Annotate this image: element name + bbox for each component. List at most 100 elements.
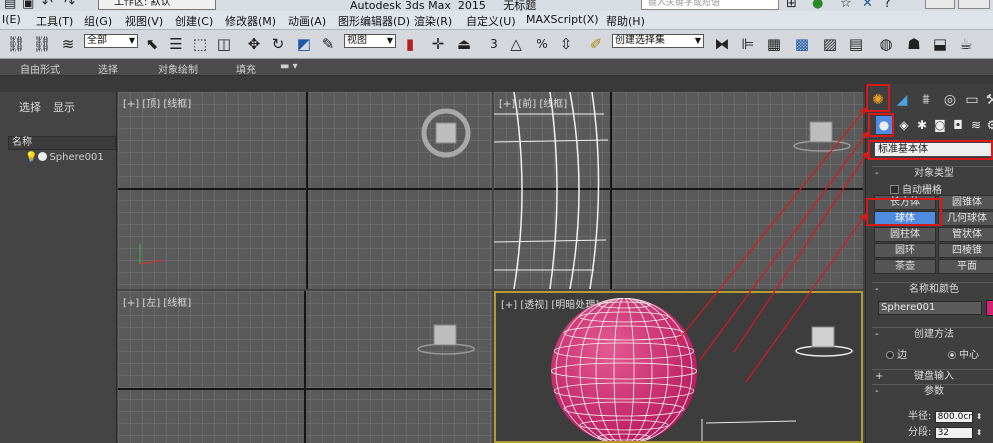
create-tab-icon[interactable]: ✺ <box>868 90 888 110</box>
rollout-object-type[interactable]: - 对象类型 <box>872 166 993 179</box>
object-color-swatch[interactable] <box>986 300 993 316</box>
help-icon[interactable]: ? <box>884 0 891 11</box>
snaps-toggle[interactable]: 3 <box>484 34 504 54</box>
lightbulb-icon[interactable]: 💡 <box>25 152 37 163</box>
sphere-button[interactable]: 球体 <box>874 211 936 226</box>
viewport-label-left[interactable]: [+] [左] [线框] <box>123 294 191 309</box>
maximize-button[interactable] <box>958 0 990 9</box>
selection-region-icon[interactable]: ⬚ <box>190 34 210 54</box>
move-icon[interactable]: ✥ <box>244 34 264 54</box>
viewcube-icon[interactable] <box>792 321 856 361</box>
modify-tab-icon[interactable]: ◢ <box>892 90 912 110</box>
menu-edit[interactable]: I(E) <box>2 13 21 26</box>
viewport-perspective[interactable]: [+] [透视] [明暗处理] <box>494 291 863 443</box>
sphere-object[interactable] <box>496 293 861 441</box>
helpers-icon[interactable]: ◘ <box>950 116 966 134</box>
plane-button[interactable]: 平面 <box>938 259 993 274</box>
display-tab-icon[interactable]: ▭ <box>962 90 982 110</box>
menu-tools[interactable]: 工具(T) <box>36 13 73 29</box>
viewcube-icon[interactable] <box>414 319 478 359</box>
select-by-name-icon[interactable]: ☰ <box>166 34 186 54</box>
object-name-field[interactable]: Sphere001 <box>878 301 982 315</box>
place-icon[interactable]: ✎ <box>318 34 338 54</box>
scale-icon[interactable]: ◩ <box>294 34 314 54</box>
teapot-button[interactable]: 茶壶 <box>874 259 936 274</box>
geometry-icon[interactable]: ● <box>876 116 892 134</box>
geosphere-button[interactable]: 几何球体 <box>938 211 993 226</box>
viewport-front[interactable]: [+] [前] [线框] <box>494 92 863 289</box>
named-selection-sets-dropdown[interactable]: 创建选择集 ▼ <box>612 34 704 48</box>
menu-rendering[interactable]: 渲染(R) <box>414 13 452 29</box>
motion-tab-icon[interactable]: ◎ <box>940 90 960 110</box>
viewport-top[interactable]: [+] [顶] [线框] <box>118 92 492 289</box>
sign-in-icon[interactable]: ● <box>812 0 823 11</box>
menu-help[interactable]: 帮助(H) <box>606 13 645 29</box>
segments-input[interactable] <box>934 427 973 439</box>
viewport-left[interactable]: [+] [左] [线框] <box>118 291 492 443</box>
keyboard-shortcut-icon[interactable]: ⏏ <box>454 34 474 54</box>
method-center-radio[interactable]: 中心 <box>948 346 979 361</box>
favorites-icon[interactable]: ☆ <box>840 0 852 11</box>
selection-filter-dropdown[interactable]: 全部 ▼ <box>84 34 138 48</box>
ribbon-tab-freeform[interactable]: 自由形式 <box>20 61 60 76</box>
cylinder-button[interactable]: 圆柱体 <box>874 227 936 242</box>
explorer-tab-select[interactable]: 选择 <box>19 99 41 115</box>
pivot-center-icon[interactable]: ▮ <box>400 34 420 54</box>
menu-views[interactable]: 视图(V) <box>125 13 163 29</box>
menu-graph-editors[interactable]: 图形编辑器(D) <box>338 13 410 29</box>
select-object-icon[interactable]: ⬉ <box>142 34 162 54</box>
schematic-view-icon[interactable]: ▤ <box>846 34 866 54</box>
material-editor-icon[interactable]: ◍ <box>876 34 896 54</box>
cone-button[interactable]: 圆锥体 <box>938 195 993 210</box>
open-icon[interactable]: ▤ <box>4 0 16 11</box>
menu-create[interactable]: 创建(C) <box>175 13 213 29</box>
radius-input[interactable] <box>934 411 973 423</box>
align-icon[interactable]: ⊫ <box>738 34 758 54</box>
viewcube-icon[interactable] <box>790 116 854 156</box>
hierarchy-tab-icon[interactable]: ⩩ <box>916 90 936 110</box>
lights-icon[interactable]: ✱ <box>914 116 930 134</box>
undo-icon[interactable]: ↶ <box>42 0 53 11</box>
pyramid-button[interactable]: 四棱锥 <box>938 243 993 258</box>
primitive-category-dropdown[interactable]: 标准基本体 <box>874 142 993 157</box>
list-item[interactable]: 💡 Sphere001 <box>25 152 104 166</box>
render-setup-icon[interactable]: ☗ <box>904 34 924 54</box>
spinner-snap-icon[interactable]: ⇳ <box>556 34 576 54</box>
method-edge-radio[interactable]: 边 <box>886 346 907 361</box>
rendered-frame-icon[interactable]: ⬓ <box>930 34 950 54</box>
viewport-label-top[interactable]: [+] [顶] [线框] <box>123 95 191 110</box>
ribbon-tab-object-paint[interactable]: 对象绘制 <box>158 61 198 76</box>
percent-snap-toggle[interactable]: % <box>532 34 552 54</box>
auto-grid-checkbox[interactable]: 自动栅格 <box>890 181 942 196</box>
unlink-icon[interactable]: ⛓ <box>32 34 52 54</box>
spinner-icon[interactable]: ⬍ <box>976 428 983 437</box>
ribbon-tab-populate[interactable]: 填充 <box>236 61 256 76</box>
minimize-button[interactable] <box>925 0 955 9</box>
menu-animation[interactable]: 动画(A) <box>288 13 326 29</box>
window-crossing-icon[interactable]: ◫ <box>214 34 234 54</box>
systems-icon[interactable]: ⚙ <box>984 116 993 134</box>
torus-button[interactable]: 圆环 <box>874 243 936 258</box>
rollout-creation-method[interactable]: - 创建方法 <box>872 327 993 340</box>
spacewarps-icon[interactable]: ≋ <box>968 116 984 134</box>
shapes-icon[interactable]: ◈ <box>896 116 912 134</box>
explorer-tab-display[interactable]: 显示 <box>53 99 75 115</box>
menu-maxscript[interactable]: MAXScript(X) <box>526 13 599 26</box>
reference-coordinate-dropdown[interactable]: 视图 ▼ <box>344 34 396 48</box>
viewcube-icon[interactable] <box>418 108 474 160</box>
toggle-ribbon-icon[interactable]: ▩ <box>792 34 812 54</box>
rotate-icon[interactable]: ↻ <box>268 34 288 54</box>
box-button[interactable]: 长方体 <box>874 195 936 210</box>
spinner-icon[interactable]: ⬍ <box>976 412 983 421</box>
select-manipulate-icon[interactable]: ✛ <box>428 34 448 54</box>
menu-customize[interactable]: 自定义(U) <box>466 13 516 29</box>
utilities-tab-icon[interactable]: ⚒ <box>982 90 993 110</box>
edit-named-selection-icon[interactable]: ✐ <box>586 34 606 54</box>
ribbon-tab-selection[interactable]: 选择 <box>98 61 118 76</box>
workspace-dropdown[interactable]: 工作区: 默认 <box>98 0 216 10</box>
tube-button[interactable]: 管状体 <box>938 227 993 242</box>
menu-modifiers[interactable]: 修改器(M) <box>225 13 276 29</box>
rollout-keyboard-entry[interactable]: + 键盘输入 <box>872 369 993 382</box>
angle-snap-icon[interactable]: △ <box>506 34 526 54</box>
curve-editor-icon[interactable]: ▨ <box>820 34 840 54</box>
